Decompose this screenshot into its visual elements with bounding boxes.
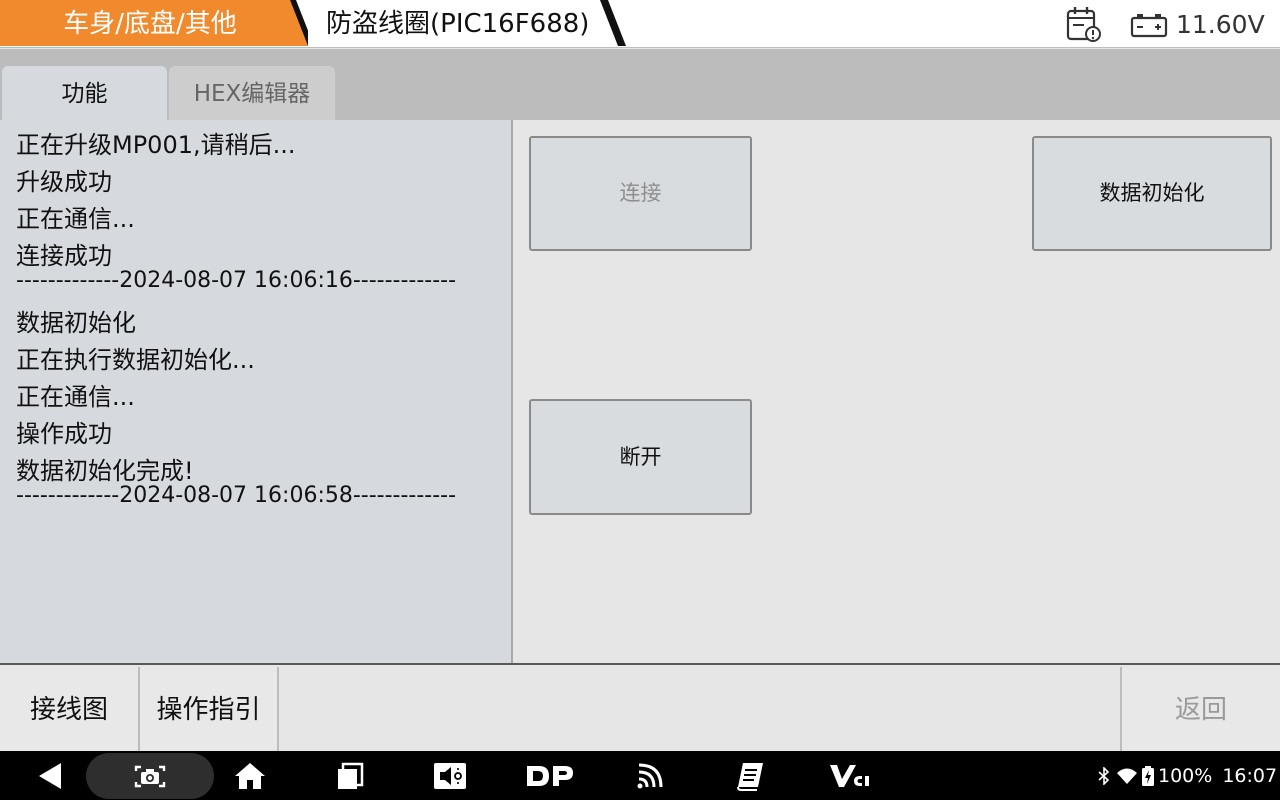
title-bar: 车身/底盘/其他 防盗线圈(PIC16F688) 11.60V — [0, 0, 1280, 48]
vci-icon[interactable] — [826, 751, 874, 800]
wifi-icon — [1117, 768, 1137, 784]
log-panel[interactable]: 正在升级MP001,请稍后... 升级成功 正在通信... 连接成功 -----… — [0, 120, 511, 663]
volume-icon[interactable] — [430, 751, 470, 800]
log-line: 正在升级MP001,请稍后... — [16, 131, 296, 159]
log-line: 数据初始化完成! — [16, 457, 194, 485]
log-line: 连接成功 — [16, 242, 112, 270]
function-panel: 连接 数据初始化 断开 — [513, 120, 1280, 663]
return-button[interactable]: 返回 — [1120, 667, 1280, 751]
screenshot-icon[interactable] — [130, 751, 170, 800]
log-separator: -------------2024-08-07 16:06:58--------… — [16, 483, 457, 508]
breadcrumb-category[interactable]: 车身/底盘/其他 — [0, 0, 308, 48]
clock: 16:07 — [1222, 764, 1278, 787]
breadcrumb-module[interactable]: 防盗线圈(PIC16F688) — [292, 0, 628, 48]
log-line: 数据初始化 — [16, 309, 136, 337]
bottom-toolbar: 接线图 操作指引 返回 — [0, 663, 1280, 751]
tab-hex-editor[interactable]: HEX编辑器 — [169, 66, 335, 120]
log-line: 升级成功 — [16, 168, 112, 196]
recents-icon[interactable] — [330, 751, 370, 800]
breadcrumb-category-label: 车身/底盘/其他 — [63, 9, 237, 39]
wiring-diagram-button[interactable]: 接线图 — [0, 667, 140, 751]
manual-icon[interactable] — [730, 751, 770, 800]
vci-signal-icon[interactable] — [630, 751, 670, 800]
log-separator: -------------2024-08-07 16:06:16--------… — [16, 268, 457, 293]
status-area: 100% 16:07 — [1098, 751, 1277, 800]
car-battery-icon — [1130, 14, 1168, 38]
log-line: 正在通信... — [16, 383, 135, 411]
dp-icon[interactable] — [522, 751, 578, 800]
calendar-report-icon[interactable] — [1064, 6, 1104, 44]
connect-button[interactable]: 连接 — [529, 136, 752, 251]
tab-function[interactable]: 功能 — [2, 66, 167, 120]
disconnect-button[interactable]: 断开 — [529, 399, 752, 515]
battery-voltage: 11.60V — [1176, 10, 1265, 39]
data-init-button[interactable]: 数据初始化 — [1032, 136, 1272, 251]
log-line: 正在通信... — [16, 205, 135, 233]
log-line: 正在执行数据初始化... — [16, 346, 255, 374]
bluetooth-icon — [1098, 766, 1110, 785]
breadcrumb-module-label: 防盗线圈(PIC16F688) — [326, 9, 590, 39]
log-line: 操作成功 — [16, 420, 112, 448]
back-icon[interactable] — [30, 751, 70, 800]
operation-guide-button[interactable]: 操作指引 — [140, 667, 279, 751]
tab-strip: 功能 HEX编辑器 — [0, 49, 1280, 120]
battery-icon — [1142, 765, 1154, 786]
battery-percent: 100% — [1158, 764, 1213, 787]
home-icon[interactable] — [230, 751, 270, 800]
system-nav-bar: 100% 16:07 — [0, 751, 1280, 800]
